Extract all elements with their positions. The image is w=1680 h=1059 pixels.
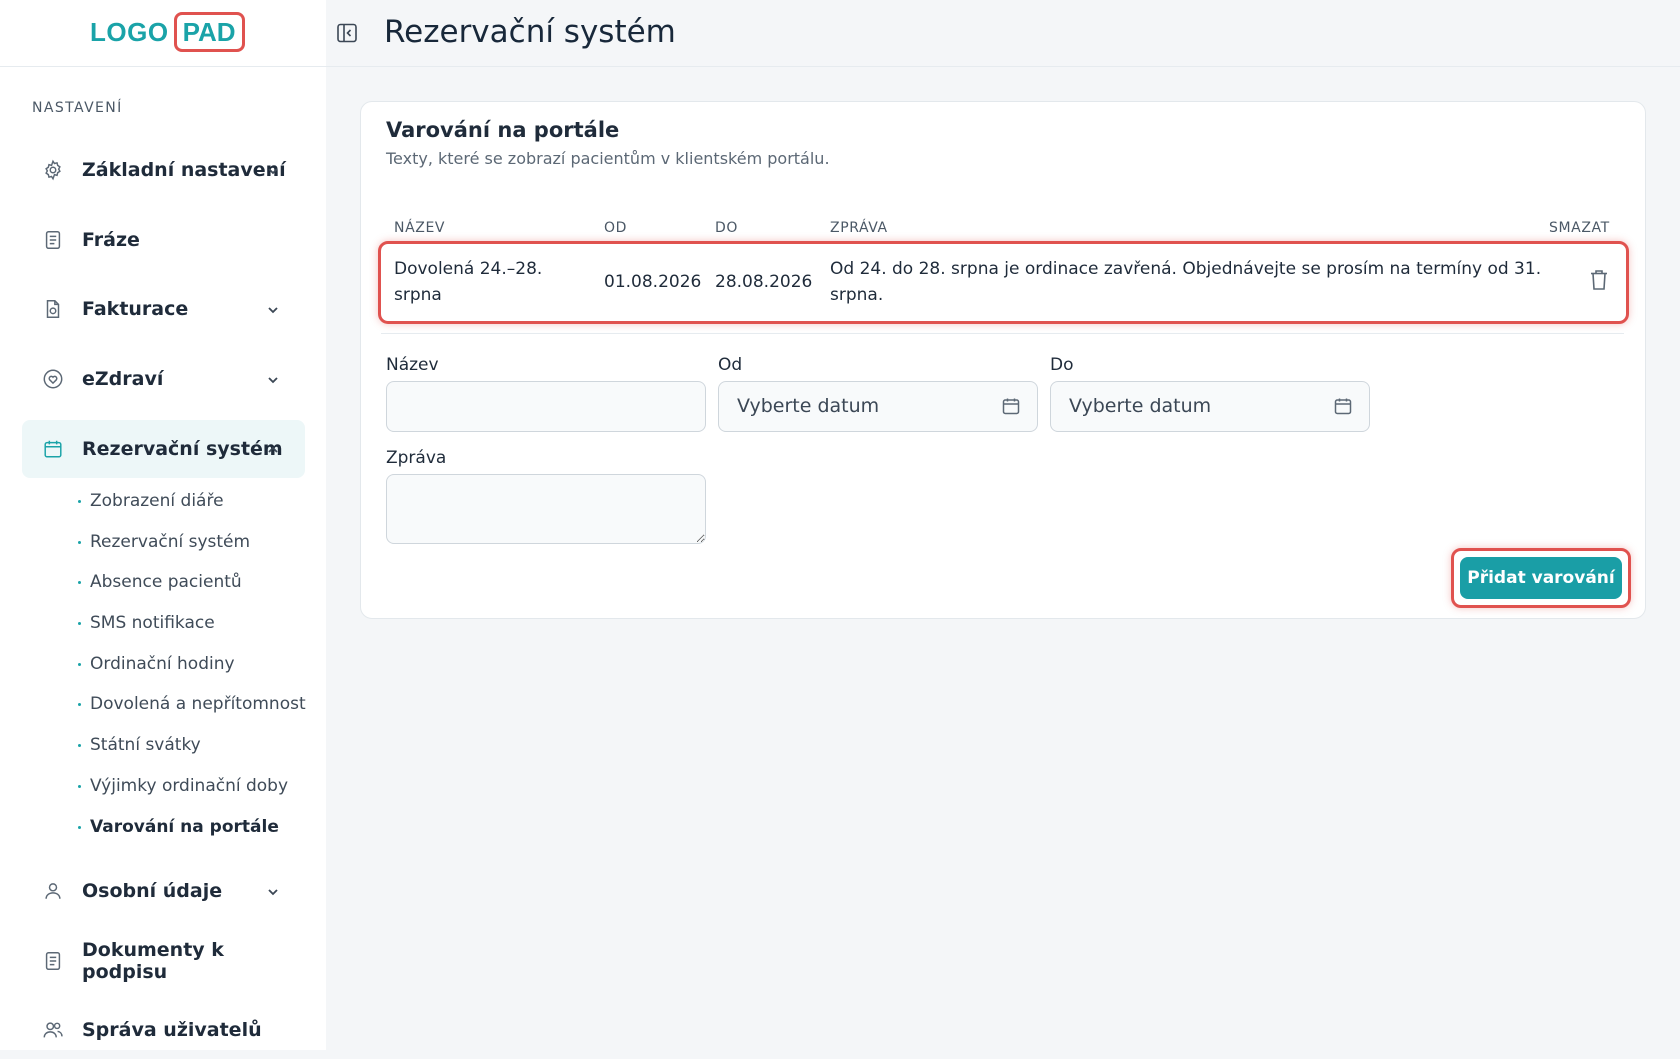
row-from-cell: 01.08.2026 bbox=[604, 272, 702, 292]
card-title: Varování na portále bbox=[386, 118, 620, 142]
from-label: Od bbox=[718, 355, 743, 375]
row-name-line: srpna bbox=[394, 285, 442, 305]
card-subtitle: Texty, které se zobrazí pacientům v klie… bbox=[386, 149, 830, 168]
from-date-picker[interactable]: Vyberte datum bbox=[718, 381, 1038, 432]
header: Rezervační systém bbox=[326, 0, 1680, 67]
calendar-icon bbox=[42, 438, 64, 460]
sidebar-item-label: Dokumenty k podpisu bbox=[82, 939, 224, 983]
row-name-line: Dovolená 24.–28. bbox=[394, 259, 543, 279]
bullet-icon bbox=[78, 621, 81, 625]
column-header-message: ZPRÁVA bbox=[830, 220, 888, 236]
bullet-icon bbox=[78, 784, 81, 788]
sidebar-toggle-icon[interactable] bbox=[336, 22, 358, 44]
sidebar-item-rezervacni-system[interactable]: Rezervační systém bbox=[22, 420, 305, 478]
document-icon bbox=[42, 229, 64, 251]
subnav-item-ordinacni-hodiny[interactable]: Ordinační hodiny bbox=[78, 654, 235, 674]
subnav-item-varovani-na-portale[interactable]: Varování na portále bbox=[78, 817, 279, 837]
sidebar-item-label: Správa uživatelů bbox=[82, 1019, 262, 1041]
bullet-icon bbox=[78, 580, 81, 584]
subnav-label: Ordinační hodiny bbox=[90, 654, 235, 674]
column-header-delete: SMAZAT bbox=[1549, 220, 1610, 236]
bullet-icon bbox=[78, 702, 81, 706]
row-message-line: srpna. bbox=[830, 285, 884, 305]
logo-text: LOGO bbox=[90, 16, 169, 47]
sidebar-item-label: Základní nastavení bbox=[82, 159, 286, 181]
bullet-icon bbox=[78, 662, 81, 666]
name-input[interactable] bbox=[386, 381, 706, 432]
subnav-label: Státní svátky bbox=[90, 735, 201, 755]
to-label: Do bbox=[1050, 355, 1074, 375]
bullet-icon bbox=[78, 540, 81, 544]
subnav-label: Absence pacientů bbox=[90, 572, 242, 592]
document-icon bbox=[42, 950, 64, 972]
page-title: Rezervační systém bbox=[384, 14, 676, 50]
sidebar-item-label: Osobní údaje bbox=[82, 880, 223, 902]
subnav-item-zobrazeni-diare[interactable]: Zobrazení diáře bbox=[78, 491, 224, 511]
invoice-icon bbox=[42, 298, 64, 320]
row-name-cell: Dovolená 24.–28. srpna bbox=[394, 256, 589, 308]
column-header-to: DO bbox=[715, 220, 738, 236]
chevron-down-icon bbox=[266, 163, 280, 177]
chevron-down-icon bbox=[266, 302, 280, 316]
subnav-label: Dovolená a nepřítomnost bbox=[90, 694, 306, 714]
user-icon bbox=[42, 880, 64, 902]
message-label: Zpráva bbox=[386, 448, 447, 468]
sidebar-item-label: Fakturace bbox=[82, 298, 189, 320]
subnav-item-rezervacni-system[interactable]: Rezervační systém bbox=[78, 532, 250, 552]
from-date-placeholder: Vyberte datum bbox=[737, 395, 880, 417]
row-message-line: Od 24. do 28. srpna je ordinace zavřená.… bbox=[830, 259, 1542, 279]
sidebar-item-label: Fráze bbox=[82, 229, 140, 251]
sidebar-item-label: eZdraví bbox=[82, 368, 164, 390]
add-warning-button[interactable]: Přidat varování bbox=[1460, 557, 1622, 599]
to-date-placeholder: Vyberte datum bbox=[1069, 395, 1212, 417]
column-header-from: OD bbox=[604, 220, 627, 236]
logo-area: LOGO PAD bbox=[0, 0, 326, 67]
sidebar-item-fakturace[interactable]: Fakturace bbox=[22, 280, 305, 338]
row-message-cell: Od 24. do 28. srpna je ordinace zavřená.… bbox=[830, 256, 1550, 308]
portal-warnings-card: Varování na portále Texty, které se zobr… bbox=[360, 101, 1646, 619]
chevron-up-icon bbox=[266, 442, 280, 456]
users-icon bbox=[42, 1019, 64, 1041]
table-divider bbox=[381, 333, 1624, 334]
column-header-name: NÁZEV bbox=[394, 220, 446, 236]
subnav-item-vyjimky[interactable]: Výjimky ordinační doby bbox=[78, 776, 288, 796]
logo-badge: PAD bbox=[173, 12, 245, 52]
sidebar: LOGO PAD NASTAVENÍ Základní nastavení Fr… bbox=[0, 0, 326, 1050]
gear-icon bbox=[42, 159, 64, 181]
subnav-item-absence-pacientu[interactable]: Absence pacientů bbox=[78, 572, 242, 592]
name-label: Název bbox=[386, 355, 439, 375]
sidebar-item-zakladni-nastaveni[interactable]: Základní nastavení bbox=[22, 141, 305, 199]
sidebar-item-label: Rezervační systém bbox=[82, 438, 283, 460]
subnav-item-statni-svatky[interactable]: Státní svátky bbox=[78, 735, 201, 755]
subnav-item-dovolena[interactable]: Dovolená a nepřítomnost bbox=[78, 694, 306, 714]
chevron-down-icon bbox=[266, 372, 280, 386]
logo[interactable]: LOGO PAD bbox=[90, 12, 245, 52]
subnav-label: Výjimky ordinační doby bbox=[90, 776, 289, 796]
subnav-label: SMS notifikace bbox=[90, 613, 215, 633]
subnav-label: Zobrazení diáře bbox=[90, 491, 224, 511]
bullet-icon bbox=[78, 825, 81, 829]
subnav-label: Varování na portále bbox=[90, 817, 279, 837]
calendar-icon[interactable] bbox=[1001, 396, 1021, 416]
bullet-icon bbox=[78, 499, 81, 503]
message-textarea[interactable] bbox=[386, 474, 706, 544]
heart-icon bbox=[42, 368, 64, 390]
to-date-picker[interactable]: Vyberte datum bbox=[1050, 381, 1370, 432]
sidebar-item-sprava-uzivatelu[interactable]: Správa uživatelů bbox=[22, 1001, 305, 1059]
sidebar-section-label: NASTAVENÍ bbox=[32, 100, 123, 116]
bullet-icon bbox=[78, 743, 81, 747]
sidebar-item-osobni-udaje[interactable]: Osobní údaje bbox=[22, 862, 305, 920]
subnav-label: Rezervační systém bbox=[90, 532, 251, 552]
row-to-cell: 28.08.2026 bbox=[715, 272, 813, 292]
sidebar-item-ezdravi[interactable]: eZdraví bbox=[22, 350, 305, 408]
trash-icon[interactable] bbox=[1588, 268, 1610, 292]
sidebar-item-dokumenty-k-podpisu[interactable]: Dokumenty k podpisu bbox=[22, 932, 305, 990]
sidebar-item-fraze[interactable]: Fráze bbox=[22, 211, 305, 269]
subnav-item-sms-notifikace[interactable]: SMS notifikace bbox=[78, 613, 215, 633]
chevron-down-icon bbox=[266, 884, 280, 898]
calendar-icon[interactable] bbox=[1333, 396, 1353, 416]
